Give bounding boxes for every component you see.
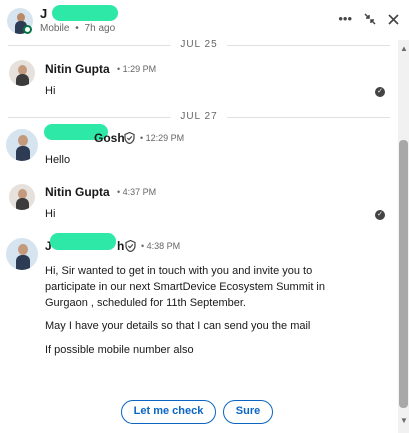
- sender-avatar[interactable]: [6, 238, 38, 270]
- status-separator: •: [75, 23, 79, 34]
- message-text: May I have your details so that I can se…: [45, 320, 311, 332]
- date-label: JUL 27: [170, 111, 228, 122]
- last-seen: 7h ago: [84, 23, 116, 34]
- sender-name[interactable]: Nitin Gupta: [45, 62, 110, 76]
- message-text: Hi: [45, 208, 56, 220]
- message-time: • 1:29 PM: [117, 64, 157, 74]
- message-time: • 4:37 PM: [117, 187, 157, 197]
- sender-avatar[interactable]: [9, 60, 35, 86]
- message-time: • 4:38 PM: [141, 241, 181, 251]
- online-status-icon: [23, 25, 32, 34]
- date-divider: JUL 25: [0, 39, 398, 51]
- redaction-mark: [52, 5, 118, 21]
- scrollbar-thumb[interactable]: [399, 140, 408, 408]
- scroll-down-icon[interactable]: ▼: [400, 416, 408, 425]
- conversation-header: J Mobile • 7h ago •••: [0, 0, 409, 40]
- sender-name[interactable]: Gosh: [94, 131, 125, 145]
- verified-badge-icon: [125, 240, 136, 252]
- contact-name[interactable]: J: [40, 6, 47, 21]
- scroll-up-icon[interactable]: ▲: [400, 44, 408, 53]
- date-label: JUL 25: [170, 39, 228, 50]
- close-icon[interactable]: [388, 13, 399, 25]
- sender-avatar[interactable]: [9, 184, 35, 210]
- verified-badge-icon: [124, 132, 135, 144]
- sender-name[interactable]: h: [117, 239, 124, 253]
- contact-status: Mobile • 7h ago: [40, 23, 115, 34]
- redaction-mark: [50, 233, 116, 250]
- message-time: • 12:29 PM: [140, 133, 185, 143]
- message-text: Hello: [45, 154, 71, 166]
- message-text: Hi, Sir wanted to get in touch with you …: [45, 265, 325, 309]
- read-receipt-icon: ✓: [375, 87, 385, 97]
- quick-reply-button[interactable]: Sure: [223, 400, 273, 424]
- date-divider: JUL 27: [0, 111, 398, 123]
- minimize-icon[interactable]: [364, 13, 376, 25]
- quick-reply-button[interactable]: Let me check: [121, 400, 216, 424]
- message-text: Hi: [45, 85, 56, 97]
- sender-avatar[interactable]: [6, 129, 38, 161]
- more-icon[interactable]: •••: [338, 12, 352, 26]
- sender-name[interactable]: Nitin Gupta: [45, 185, 110, 199]
- read-receipt-icon: ✓: [375, 210, 385, 220]
- message-text: If possible mobile number also: [45, 344, 194, 356]
- status-text: Mobile: [40, 23, 70, 34]
